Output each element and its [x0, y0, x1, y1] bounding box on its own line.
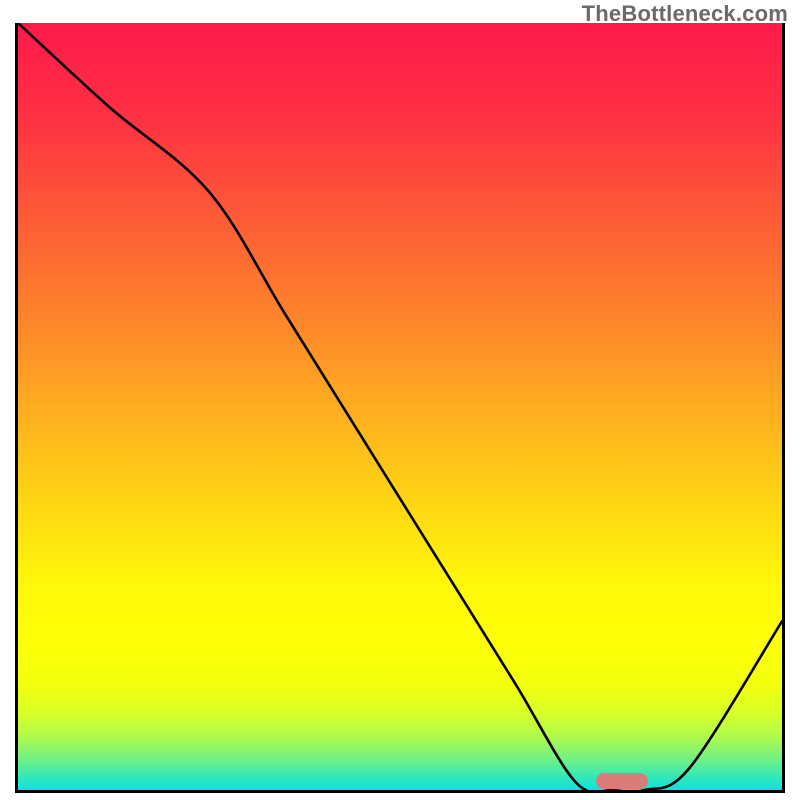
- optimal-marker: [596, 773, 648, 789]
- watermark: TheBottleneck.com: [582, 1, 788, 27]
- bottleneck-curve: [18, 23, 782, 790]
- chart-plot-area: [15, 23, 785, 793]
